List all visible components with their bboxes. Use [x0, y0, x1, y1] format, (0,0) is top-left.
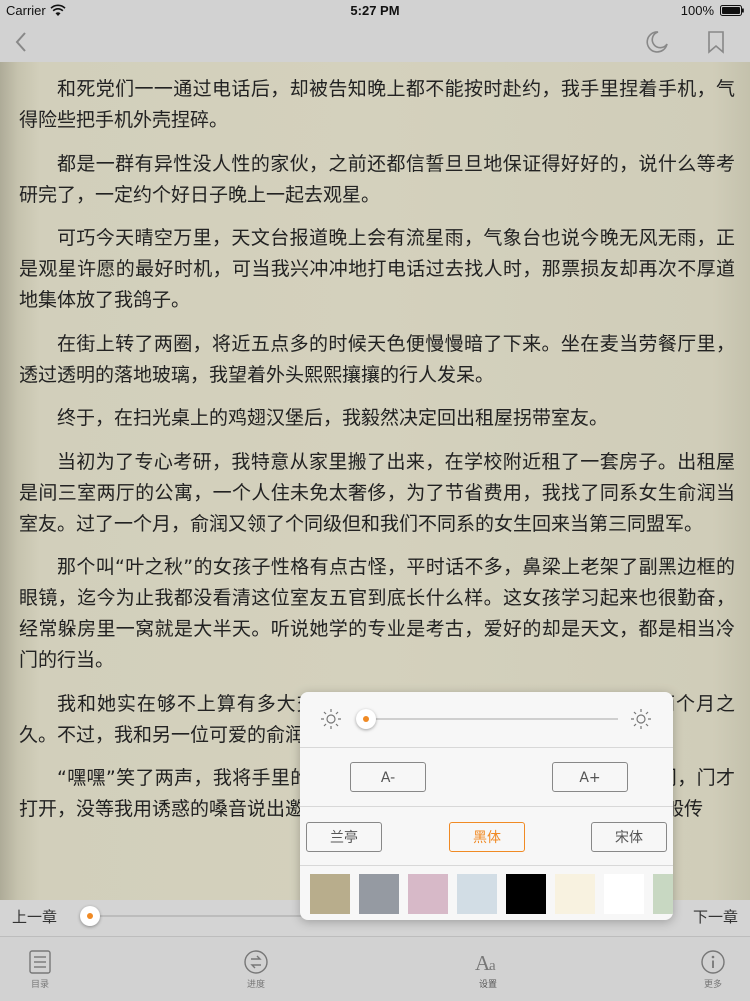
brightness-high-icon [631, 709, 651, 729]
tab-label: 进度 [246, 980, 265, 990]
display-settings-popover: A- A+ 兰亭 黑体 宋体 [300, 692, 673, 920]
theme-swatch[interactable] [653, 874, 673, 914]
theme-swatch[interactable] [457, 874, 497, 914]
font-size-decrease-button[interactable]: A- [350, 762, 426, 792]
info-icon [701, 950, 725, 974]
progress-icon [244, 950, 268, 974]
theme-swatch[interactable] [408, 874, 448, 914]
tab-settings[interactable]: A a 设置 [448, 937, 528, 1001]
font-family-row: 兰亭 黑体 宋体 [300, 807, 673, 866]
font-size-row: A- A+ [300, 748, 673, 807]
tab-label: 更多 [703, 980, 722, 990]
tab-more[interactable]: 更多 [673, 937, 750, 1001]
chapter-slider-thumb[interactable] [80, 906, 100, 926]
brightness-low-icon [321, 709, 341, 729]
font-option-lanting[interactable]: 兰亭 [306, 822, 382, 852]
paragraph: 终于，在扫光桌上的鸡翅汉堡后，我毅然决定回出租屋拐带室友。 [57, 407, 609, 429]
theme-swatch[interactable] [555, 874, 595, 914]
battery-percent: 100% [680, 3, 714, 18]
moon-icon[interactable] [642, 28, 670, 56]
font-settings-icon: A a [475, 951, 496, 975]
brightness-slider-track[interactable] [366, 718, 618, 720]
tab-progress[interactable]: 进度 [216, 937, 296, 1001]
status-bar: Carrier 5:27 PM 100% [0, 0, 750, 22]
theme-swatch[interactable] [310, 874, 350, 914]
paragraph: 都是一群有异性没人性的家伙，之前还都信誓旦旦地保证得好好的，说什么等考研完了，一… [19, 152, 735, 206]
theme-swatch[interactable] [506, 874, 546, 914]
theme-swatch[interactable] [604, 874, 644, 914]
bottom-toolbar: 目录 进度 A a 设置 更多 [0, 936, 750, 1001]
list-icon [29, 950, 51, 974]
brightness-row [300, 692, 673, 748]
svg-text:a: a [489, 958, 496, 974]
paragraph: 和死党们一一通过电话后，却被告知晚上都不能按时赴约，我手里捏着手机，气得险些把手… [19, 78, 735, 131]
chevron-left-icon[interactable] [8, 28, 36, 56]
tab-label: 目录 [30, 980, 49, 990]
font-option-heiti[interactable]: 黑体 [449, 822, 525, 852]
next-chapter-button[interactable]: 下一章 [693, 906, 738, 927]
reader-nav-bar [0, 22, 750, 62]
font-option-songti[interactable]: 宋体 [591, 822, 667, 852]
tab-label: 设置 [478, 980, 497, 990]
battery-icon [720, 5, 744, 16]
font-size-increase-button[interactable]: A+ [552, 762, 628, 792]
paragraph: 在街上转了两圈，将近五点多的时候天色便慢慢暗了下来。坐在麦当劳餐厅里，透过透明的… [19, 332, 735, 386]
paragraph: 当初为了专心考研，我特意从家里搬了出来，在学校附近租了一套房子。出租屋是间三室两… [19, 450, 735, 535]
paragraph: 可巧今天晴空万里，天文台报道晚上会有流星雨，气象台也说今晚无风无雨，正是观星许愿… [19, 227, 735, 311]
bookmark-icon[interactable] [702, 28, 730, 56]
prev-chapter-button[interactable]: 上一章 [12, 906, 57, 927]
tab-contents[interactable]: 目录 [0, 937, 80, 1001]
theme-swatch[interactable] [359, 874, 399, 914]
brightness-slider-thumb[interactable] [356, 709, 376, 729]
clock: 5:27 PM [350, 3, 400, 18]
theme-color-row [300, 866, 673, 920]
paragraph: 那个叫“叶之秋”的女孩子性格有点古怪，平时话不多，鼻梁上老架了副黑边框的眼镜，迄… [19, 556, 735, 671]
